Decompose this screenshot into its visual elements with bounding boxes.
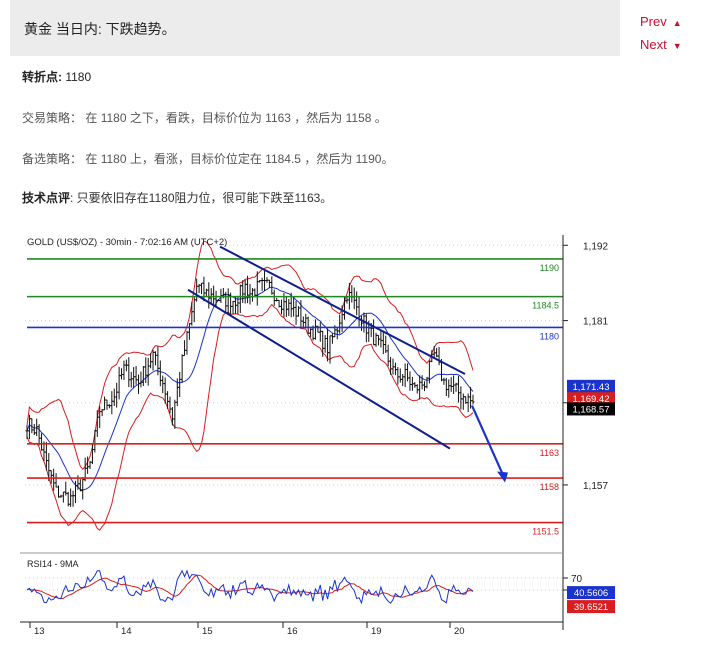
x-tick-label: 13 (34, 626, 45, 637)
rsi-tag-label: 39.6521 (574, 602, 608, 613)
triangle-down-icon: ▼ (672, 41, 682, 51)
triangle-up-icon: ▲ (672, 18, 682, 28)
target-arrow-line (470, 405, 507, 480)
alt-strategy-line: 备选策略： 在 1180 上，看涨，目标价位定在 1184.5 ，然后为 119… (22, 150, 393, 167)
pager: Prev ▲ Next ▼ (640, 11, 682, 57)
alt-strategy-label: 备选策略： (22, 152, 83, 166)
y-tick-label: 1,192 (583, 241, 608, 252)
arrow-head-icon (497, 471, 508, 483)
next-link[interactable]: Next ▼ (640, 34, 682, 57)
moving-average-line (26, 286, 474, 491)
prev-label: Prev (640, 14, 667, 29)
strategy-text: 在 1180 之下，看跌，目标价位为 1163 ，然后为 1158 。 (85, 111, 387, 125)
price-tag-label: 1,171.43 (573, 382, 610, 393)
lower-band-line (26, 303, 474, 531)
rsi-title: RSI14 - 9MA (27, 559, 79, 569)
strategy-label: 交易策略： (22, 111, 83, 125)
level-label: 1190 (540, 263, 559, 273)
pivot-label: 转折点: (22, 70, 62, 84)
x-tick-label: 20 (454, 626, 465, 637)
x-tick-label: 15 (202, 626, 213, 637)
prev-link[interactable]: Prev ▲ (640, 11, 682, 34)
level-label: 1180 (540, 331, 559, 341)
alt-strategy-text: 在 1180 上，看涨，目标价位定在 1184.5 ，然后为 1190。 (85, 152, 394, 166)
level-label: 1151.5 (532, 527, 559, 537)
candles (25, 270, 475, 507)
x-tick-label: 14 (121, 626, 132, 637)
next-label: Next (640, 37, 667, 52)
chart-title: GOLD (US$/OZ) - 30min - 7:02:16 AM (UTC+… (27, 237, 227, 248)
pivot-value: 1180 (65, 70, 92, 84)
rsi-line (26, 569, 474, 605)
comment-line: 技术点评: 只要依旧存在1180阻力位，很可能下跌至1163。 (22, 189, 332, 206)
rsi-tick-label: 70 (571, 574, 583, 585)
gold-chart: 11901184.51180116311581151.5 1,1921,1811… (20, 235, 615, 637)
x-tick-label: 19 (371, 626, 382, 637)
support-resistance-levels: 1190 1184.5 1180 1163 1158 1151.5 (27, 258, 563, 537)
rsi-panel: RSI14 - 9MA705040.560639.6521 (20, 552, 615, 614)
level-label: 1158 (540, 482, 559, 492)
level-label: 1184.5 (532, 301, 559, 311)
channel-upper-line (219, 245, 466, 375)
rsi-tag-label: 40.5606 (574, 588, 608, 599)
y-tick-label: 1,181 (583, 317, 608, 328)
header-bar: 黄金 当日内: 下跌趋势。 (10, 0, 620, 56)
main-grid (25, 244, 563, 486)
y-tick-label: 1,157 (583, 481, 608, 492)
page-title: 黄金 当日内: 下跌趋势。 (24, 21, 176, 37)
comment-text: : 只要依旧存在1180阻力位，很可能下跌至1163。 (70, 191, 333, 205)
comment-label: 技术点评 (22, 191, 71, 205)
price-tag-label: 1,168.57 (573, 404, 610, 415)
level-label: 1163 (540, 448, 559, 458)
upper-band-line (26, 240, 474, 470)
strategy-line: 交易策略： 在 1180 之下，看跌，目标价位为 1163 ，然后为 1158 … (22, 109, 387, 126)
x-tick-label: 16 (287, 626, 298, 637)
pivot-line: 转折点: 1180 (22, 68, 91, 85)
channel-lower-line (187, 288, 451, 450)
price-axis: 1,1921,1811,1691,1571,171.431,169.421,16… (20, 235, 615, 637)
